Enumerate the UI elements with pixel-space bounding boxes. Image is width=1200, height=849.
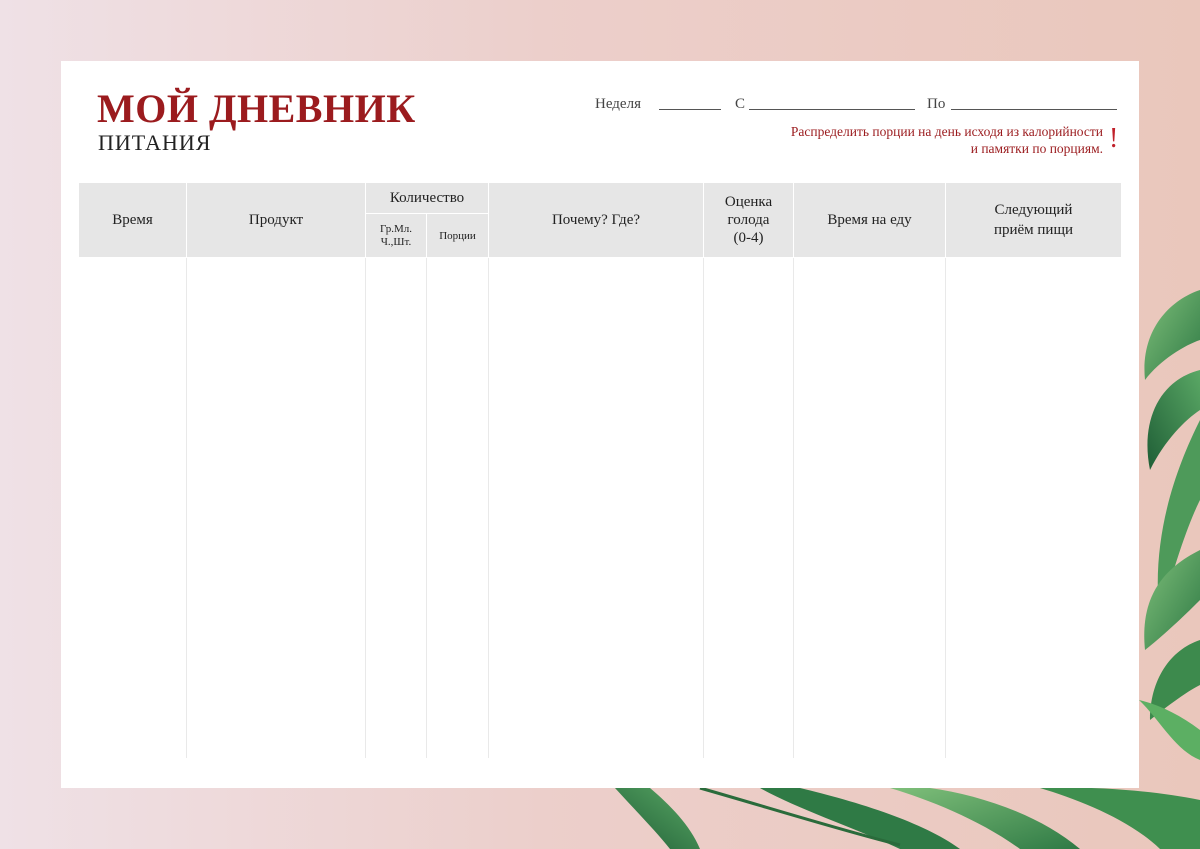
table-header: Время Продукт Количество Гр.Мл. Ч.,Шт. П… [79,183,1121,257]
column-divider [945,258,946,758]
header-eat-time: Время на еду [827,211,912,228]
to-label: По [927,96,946,112]
column-divider [426,258,427,758]
column-divider [703,258,704,758]
portion-note: Распределить порции на день исходя из ка… [791,123,1103,157]
page-subtitle: ПИТАНИЯ [98,130,212,155]
column-divider [365,258,366,758]
week-field[interactable] [659,109,721,110]
header-next-meal: Следующий приём пищи [946,183,1121,257]
portion-note-line1: Распределить порции на день исходя из ка… [790,124,1103,139]
from-date-field[interactable] [749,109,915,110]
column-divider [793,258,794,758]
header-hunger: Оценка голода (0-4) [704,183,793,257]
header-hunger-line2: голода [727,212,770,228]
header-why-where: Почему? Где? [551,211,641,228]
header-next-line1: Следующий [994,202,1073,218]
header-hunger-line3: (0-4) [733,230,764,246]
from-label: С [735,96,746,112]
header-units-line1: Гр.Мл. [380,222,412,235]
header-product: Продукт [248,211,304,228]
header-units-line2: Ч.,Шт. [380,235,412,248]
leaf-shape [615,788,700,849]
header-units: Гр.Мл. Ч.,Шт. [366,214,426,257]
to-date-field[interactable] [951,109,1117,110]
header-quantity: Количество [389,189,465,206]
header-next-line2: приём пищи [993,222,1074,238]
column-divider [186,258,187,758]
page-title: МОЙ ДНЕВНИК [97,86,416,131]
header-hunger-line1: Оценка [724,194,773,210]
leaf-shape [1144,290,1200,380]
diary-sheet: МОЙ ДНЕВНИК ПИТАНИЯ Неделя С По Распреде… [61,61,1139,788]
header-portions: Порции [439,229,476,242]
exclamation-icon: ! [1109,123,1119,154]
portion-note-line2: и памятки по порциям. [970,141,1103,156]
leaf-shape [1139,700,1200,760]
header-time: Время [112,211,153,228]
column-divider [488,258,489,758]
week-label: Неделя [595,96,641,112]
